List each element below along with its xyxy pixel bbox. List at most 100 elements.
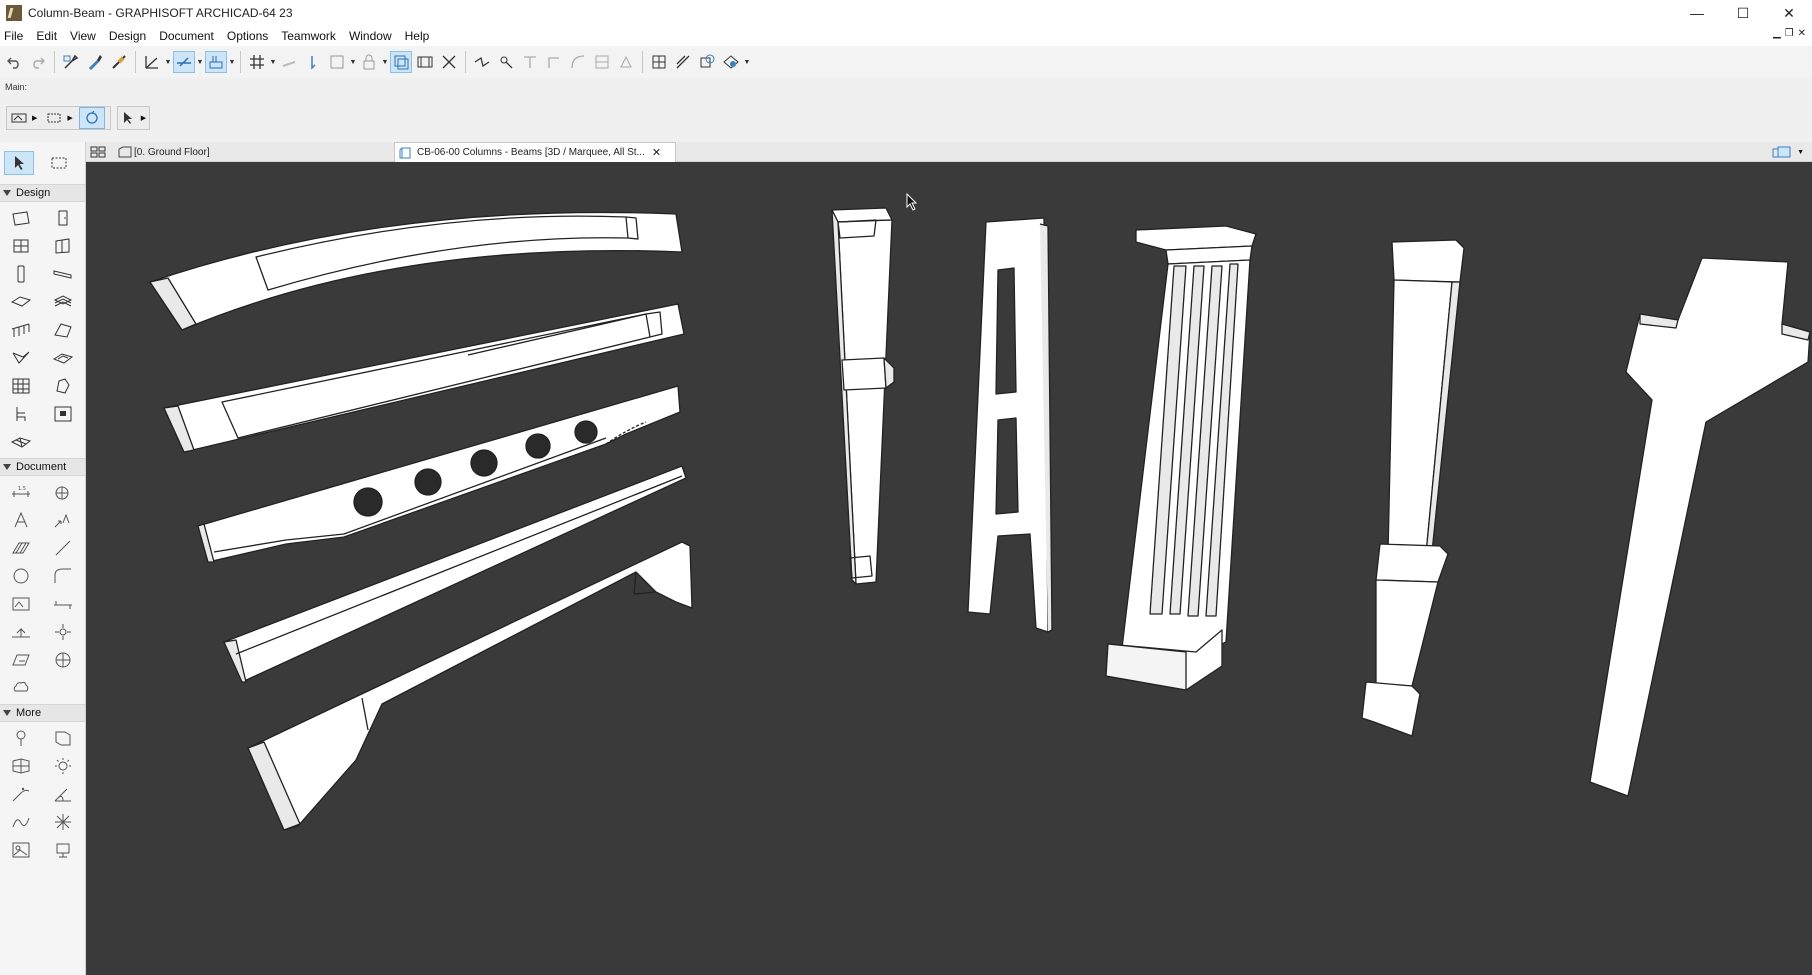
show-hide-reference-icon[interactable] xyxy=(414,51,436,73)
menu-design[interactable]: Design xyxy=(104,29,154,43)
change-tool[interactable] xyxy=(0,676,42,700)
switch-reference-icon[interactable] xyxy=(438,51,460,73)
marquee-dropdown-icon[interactable]: ▼ xyxy=(349,59,357,66)
menu-teamwork[interactable]: Teamwork xyxy=(276,29,344,43)
lamp-tool[interactable] xyxy=(42,754,84,778)
camera-tool[interactable] xyxy=(42,838,84,862)
adjust-icon[interactable] xyxy=(519,51,541,73)
view-options-button[interactable]: ▼ xyxy=(1772,145,1804,159)
guide-line-icon[interactable] xyxy=(141,51,163,73)
undo-icon[interactable] xyxy=(3,51,25,73)
menu-edit[interactable]: Edit xyxy=(31,29,65,43)
explode-icon[interactable] xyxy=(615,51,637,73)
hotspot-tool[interactable] xyxy=(42,810,84,834)
marquee-area-icon[interactable] xyxy=(326,51,348,73)
snap-guides-dropdown-icon[interactable]: ▼ xyxy=(196,59,204,66)
object-tool[interactable] xyxy=(0,402,42,426)
3d-window-icon[interactable] xyxy=(696,51,718,73)
gravity-icon[interactable] xyxy=(205,51,227,73)
view-options-dropdown-icon[interactable]: ▼ xyxy=(1797,149,1804,156)
circle-tool[interactable] xyxy=(0,564,42,588)
minimize-button[interactable]: — xyxy=(1674,0,1720,26)
menu-view[interactable]: View xyxy=(65,29,104,43)
zone-tool[interactable] xyxy=(42,402,84,426)
snap-guides-icon[interactable] xyxy=(173,51,195,73)
polyline-tool[interactable] xyxy=(42,564,84,588)
figure-tool[interactable] xyxy=(0,838,42,862)
lock-icon[interactable] xyxy=(358,51,380,73)
fill-tool[interactable] xyxy=(0,536,42,560)
rotate-orbit-button[interactable] xyxy=(78,107,105,129)
curve-icon[interactable] xyxy=(567,51,589,73)
stair-tool[interactable] xyxy=(42,290,84,314)
collar-column[interactable] xyxy=(1361,239,1465,737)
door-tool[interactable] xyxy=(42,206,84,230)
toolbox-section-more[interactable]: More xyxy=(0,704,85,722)
maximize-button[interactable]: ☐ xyxy=(1720,0,1766,26)
trace-reference-icon[interactable] xyxy=(390,51,412,73)
eyedropper-icon[interactable] xyxy=(84,51,106,73)
menu-document[interactable]: Document xyxy=(154,29,222,43)
archicad-app-icon[interactable] xyxy=(6,5,22,21)
curtain-wall-tool[interactable] xyxy=(42,234,84,258)
column-tool[interactable] xyxy=(0,262,42,286)
element-type-dropdown-icon[interactable]: ▶ xyxy=(32,114,37,122)
section-tool[interactable] xyxy=(42,592,84,616)
beam-tool[interactable] xyxy=(42,262,84,286)
large-bracket-column[interactable] xyxy=(1589,257,1811,797)
menu-help[interactable]: Help xyxy=(400,29,438,43)
gravity-dropdown-icon[interactable]: ▼ xyxy=(228,59,236,66)
tab-3d-view[interactable]: CB-06-00 Columns - Beams [3D / Marquee, … xyxy=(394,142,676,162)
a-frame-column[interactable] xyxy=(967,217,1053,633)
suspend-groups-icon[interactable] xyxy=(278,51,300,73)
interior-elevation-tool[interactable] xyxy=(42,620,84,644)
fluted-column[interactable] xyxy=(1105,225,1257,691)
shell-tool[interactable] xyxy=(0,346,42,370)
level-dimension-tool[interactable] xyxy=(42,480,84,504)
3d-viewport[interactable] xyxy=(86,162,1812,975)
redo-icon[interactable] xyxy=(27,51,49,73)
grid-snap-icon[interactable] xyxy=(246,51,268,73)
group-icon[interactable] xyxy=(302,51,324,73)
guide-dropdown-icon[interactable]: ▼ xyxy=(164,59,172,66)
elevation-tool[interactable] xyxy=(0,620,42,644)
wall-end-tool[interactable] xyxy=(42,726,84,750)
lock-dropdown-icon[interactable]: ▼ xyxy=(381,59,389,66)
dimension-tool[interactable]: 1.5 xyxy=(0,480,42,504)
menu-window[interactable]: Window xyxy=(344,29,400,43)
3d-navigation-dropdown-icon[interactable]: ▼ xyxy=(743,59,751,66)
morph-tool[interactable] xyxy=(42,374,84,398)
doc-minimize-icon[interactable]: ▁ xyxy=(1773,28,1781,39)
trim-icon[interactable] xyxy=(495,51,517,73)
toolbox-section-design[interactable]: Design xyxy=(0,184,85,202)
skylight-tool[interactable] xyxy=(42,346,84,370)
arrow-settings-group[interactable]: ▶ xyxy=(116,106,151,130)
spline-tool[interactable] xyxy=(0,810,42,834)
element-filter-group[interactable]: ▶ ▶ xyxy=(6,106,111,130)
curved-beam[interactable] xyxy=(149,211,683,331)
split-icon[interactable] xyxy=(591,51,613,73)
doc-restore-icon[interactable]: ❐ xyxy=(1785,28,1794,39)
bracket-column[interactable] xyxy=(831,207,895,585)
selection-method-dropdown-icon[interactable]: ▶ xyxy=(67,114,72,122)
curtain-grid-tool[interactable] xyxy=(0,374,42,398)
mesh-tool[interactable] xyxy=(0,430,42,454)
angle-dimension-tool[interactable] xyxy=(42,782,84,806)
syringe-icon[interactable] xyxy=(108,51,130,73)
grid-element-tool[interactable] xyxy=(0,726,42,750)
tab-close-icon[interactable]: ✕ xyxy=(652,146,661,159)
3d-navigation-icon[interactable] xyxy=(720,51,742,73)
detail-tool[interactable] xyxy=(42,648,84,672)
menu-file[interactable]: File xyxy=(0,29,31,43)
label-tool[interactable] xyxy=(42,508,84,532)
wall-tool[interactable] xyxy=(0,206,42,230)
haunched-beam[interactable] xyxy=(247,541,693,831)
menu-options[interactable]: Options xyxy=(222,29,276,43)
grid-dropdown-icon[interactable]: ▼ xyxy=(269,59,277,66)
text-tool[interactable] xyxy=(0,508,42,532)
arrow-dropdown-icon[interactable]: ▶ xyxy=(141,114,146,122)
radial-dimension-tool[interactable] xyxy=(0,782,42,806)
line-tool[interactable] xyxy=(42,536,84,560)
floor-plan-view-icon[interactable] xyxy=(648,51,670,73)
marquee-tool[interactable] xyxy=(44,151,74,175)
